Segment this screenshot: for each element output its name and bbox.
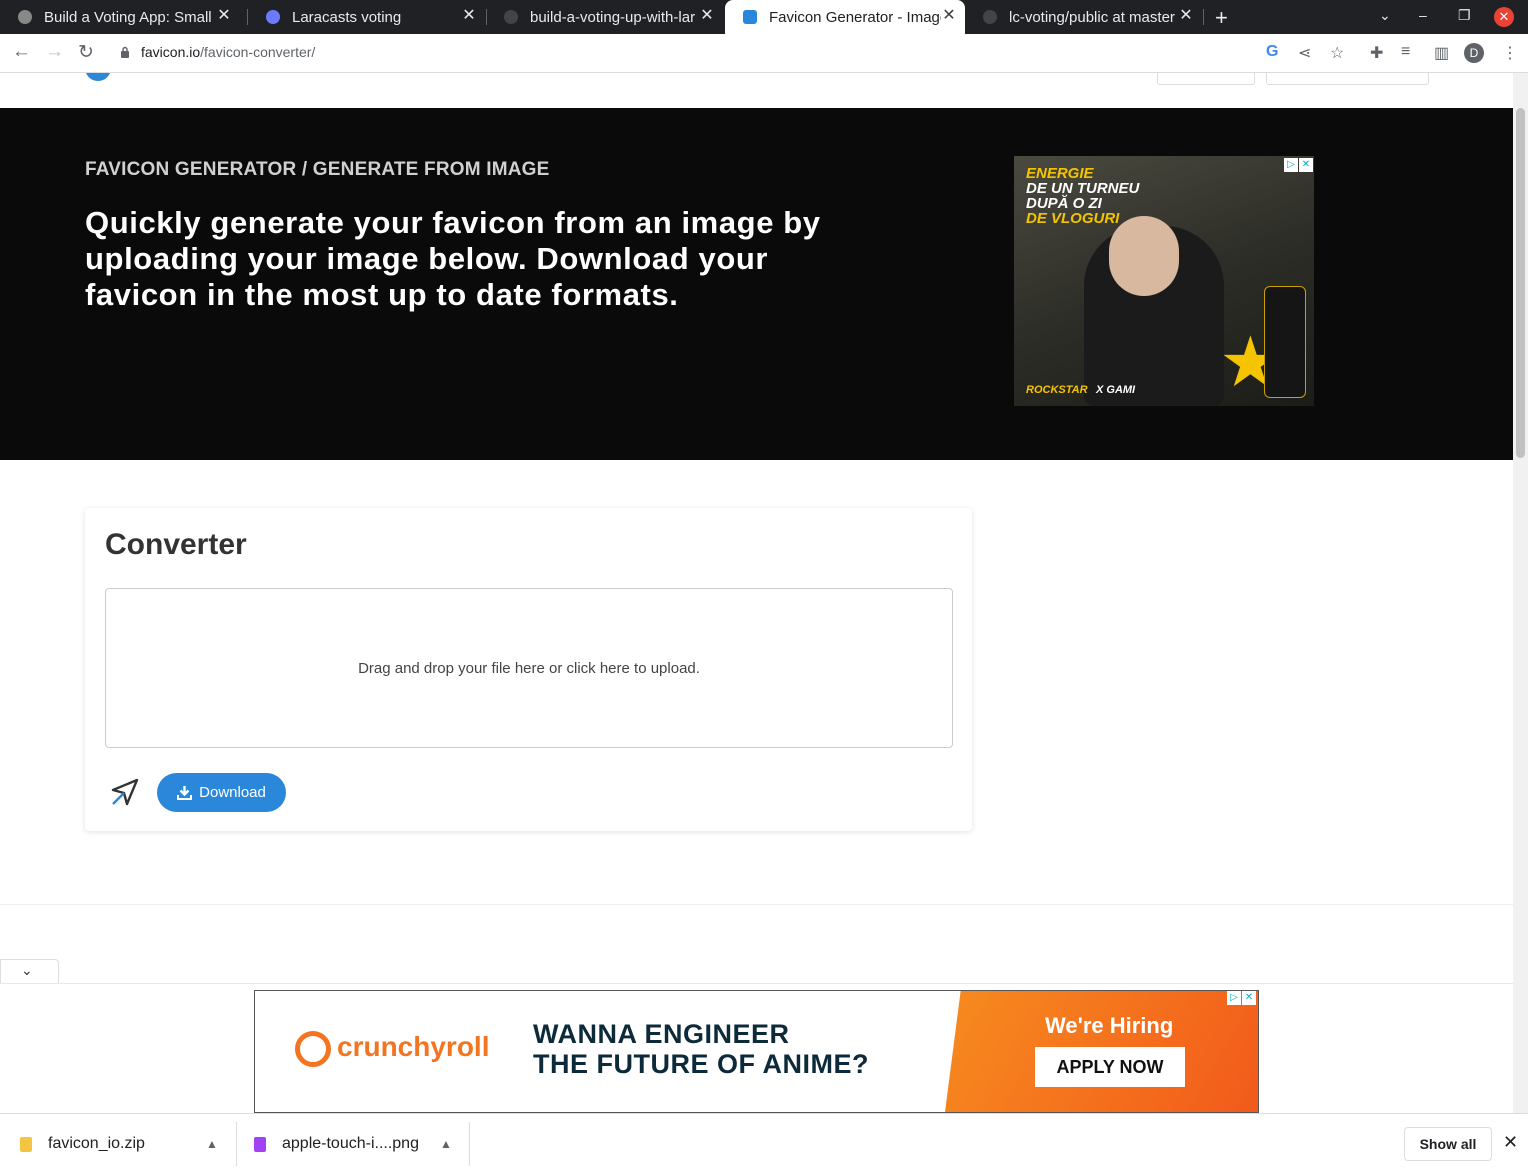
zip-file-icon (20, 1136, 32, 1152)
download-filename: apple-touch-i....png (282, 1135, 419, 1152)
tab-search-chevron-icon[interactable]: ⌄ (1379, 7, 1391, 24)
tab-close-icon[interactable]: ✕ (941, 8, 957, 24)
share-icon[interactable]: ⋖ (1298, 43, 1311, 63)
converter-card: Converter Drag and drop your file here o… (85, 508, 972, 831)
scrollbar-thumb[interactable] (1516, 108, 1525, 458)
energy-drink-can-image (1264, 286, 1306, 398)
ad-brand: crunchyroll (337, 1031, 490, 1062)
tab-favicon-generator[interactable]: Favicon Generator - Image ✕ (725, 0, 965, 34)
tab-lc-voting-public[interactable]: lc-voting/public at master ✕ (965, 0, 1202, 34)
web-page: FAVICON GENERATOR / GENERATE FROM IMAGE … (0, 73, 1513, 1113)
address-bar[interactable]: favicon.io/favicon-converter/ (141, 44, 315, 60)
tab-favicon-icon (18, 10, 32, 24)
ad-headline-line: WANNA ENGINEER (533, 1019, 790, 1049)
url-path: /favicon-converter/ (200, 44, 316, 60)
github-icon (983, 10, 997, 24)
tab-close-icon[interactable]: ✕ (699, 8, 715, 24)
tab-title: Build a Voting App: Small (44, 8, 212, 26)
page-title: Quickly generate your favicon from an im… (85, 205, 821, 312)
hero-section: FAVICON GENERATOR / GENERATE FROM IMAGE … (0, 108, 1513, 460)
tab-github-repo[interactable]: build-a-voting-up-with-lar ✕ (486, 0, 723, 34)
extensions-puzzle-icon[interactable]: ✚ (1370, 43, 1383, 63)
ad-brand: ROCKSTAR (1026, 384, 1088, 396)
bottom-ad-strip: crunchyroll WANNA ENGINEER THE FUTURE OF… (0, 983, 1513, 1113)
site-header (0, 73, 1513, 108)
page-scrollbar[interactable] (1513, 73, 1528, 1113)
download-filename: favicon_io.zip (48, 1135, 145, 1152)
rockstar-ad[interactable]: ENERGIE DE UN TURNEU DUPĂ O ZI DE VLOGUR… (1014, 156, 1314, 406)
section-divider (0, 904, 1513, 905)
download-label: Download (199, 784, 266, 801)
converter-title: Converter (105, 528, 247, 561)
window-close-icon[interactable]: ✕ (1494, 7, 1514, 27)
header-nav-button[interactable] (1266, 73, 1429, 85)
ad-hiring-text: We're Hiring (1045, 1013, 1174, 1038)
adchoices-icon[interactable]: ▷ (1284, 158, 1298, 172)
ad-close-icon[interactable]: ✕ (1299, 158, 1313, 172)
image-file-icon (254, 1136, 266, 1152)
reload-icon[interactable]: ↻ (78, 41, 94, 64)
tab-strip: Build a Voting App: Small ✕ Laracasts vo… (0, 0, 1528, 34)
tab-title: Laracasts voting (292, 8, 402, 26)
ad-headline-line: THE FUTURE OF ANIME? (533, 1049, 869, 1079)
paper-plane-icon (111, 778, 139, 806)
restore-icon[interactable]: ❐ (1458, 7, 1471, 24)
tab-separator (1203, 9, 1204, 25)
ad-close-icon[interactable]: ✕ (1242, 991, 1256, 1005)
crunchyroll-logo-icon (295, 1031, 331, 1067)
breadcrumb: FAVICON GENERATOR / GENERATE FROM IMAGE (85, 159, 550, 180)
download-icon (177, 786, 193, 800)
address-toolbar: ← → ↻ favicon.io/favicon-converter/ G ⋖ … (0, 34, 1528, 73)
download-separator (236, 1122, 237, 1166)
ad-headline-line: ENERGIE (1026, 165, 1094, 182)
download-item[interactable]: favicon_io.zip ▲ (20, 1114, 230, 1174)
url-host: favicon.io (141, 44, 201, 60)
ad-collab: X GAMI (1096, 384, 1136, 396)
kebab-menu-icon[interactable]: ⋮ (1502, 43, 1518, 63)
ad-headline-line: DUPĂ O ZI (1026, 195, 1102, 212)
dropzone-instructions[interactable]: Drag and drop your file here or click he… (106, 660, 952, 677)
tab-favicon-icon (266, 10, 280, 24)
chevron-up-icon[interactable]: ▲ (440, 1137, 452, 1151)
tab-title: lc-voting/public at master (1009, 8, 1175, 26)
github-icon (504, 10, 518, 24)
favicon-io-logo-icon[interactable] (85, 73, 111, 81)
ad-collapse-tab[interactable]: ⌄ (0, 959, 59, 985)
tab-laracasts-voting[interactable]: Laracasts voting ✕ (248, 0, 485, 34)
new-tab-button[interactable]: + (1215, 5, 1228, 31)
bookmark-star-icon[interactable]: ☆ (1330, 43, 1344, 63)
downloads-shelf: favicon_io.zip ▲ apple-touch-i....png ▲ … (0, 1113, 1528, 1174)
lock-icon[interactable] (120, 46, 130, 58)
google-lens-icon[interactable]: G (1266, 43, 1278, 61)
tab-title: Favicon Generator - Image (769, 8, 941, 26)
tab-close-icon[interactable]: ✕ (1178, 8, 1194, 24)
close-downloads-icon[interactable]: ✕ (1503, 1132, 1518, 1153)
back-arrow-icon[interactable]: ← (12, 41, 31, 63)
ad-headline: ENERGIE DE UN TURNEU DUPĂ O ZI DE VLOGUR… (1026, 166, 1139, 226)
show-all-button[interactable]: Show all (1404, 1127, 1492, 1161)
download-button[interactable]: Download (157, 773, 286, 812)
ad-face-image (1109, 216, 1179, 296)
ad-headline: WANNA ENGINEER THE FUTURE OF ANIME? (533, 1019, 869, 1079)
tab-build-voting-app[interactable]: Build a Voting App: Small ✕ (0, 0, 240, 34)
adchoices-icon[interactable]: ▷ (1227, 991, 1241, 1005)
chevron-up-icon[interactable]: ▲ (206, 1137, 218, 1151)
ad-headline-line: DE UN TURNEU (1026, 180, 1140, 197)
header-nav-button[interactable] (1157, 73, 1255, 85)
tab-close-icon[interactable]: ✕ (461, 8, 477, 24)
favicon-io-icon (743, 10, 757, 24)
download-separator (469, 1122, 470, 1166)
forward-arrow-icon[interactable]: → (45, 41, 64, 63)
download-item[interactable]: apple-touch-i....png ▲ (254, 1114, 464, 1174)
profile-avatar[interactable]: D (1464, 43, 1484, 63)
media-control-icon[interactable]: ≡ (1401, 43, 1410, 61)
file-dropzone[interactable]: Drag and drop your file here or click he… (105, 588, 953, 748)
chevron-down-icon: ⌄ (21, 962, 33, 978)
minimize-icon[interactable]: – (1419, 7, 1427, 23)
crunchyroll-ad[interactable]: crunchyroll WANNA ENGINEER THE FUTURE OF… (254, 990, 1259, 1113)
apply-now-button[interactable]: APPLY NOW (1035, 1047, 1185, 1087)
tab-title: build-a-voting-up-with-lar (530, 8, 696, 26)
tab-close-icon[interactable]: ✕ (216, 8, 232, 24)
side-panel-icon[interactable]: ▥ (1434, 43, 1449, 63)
